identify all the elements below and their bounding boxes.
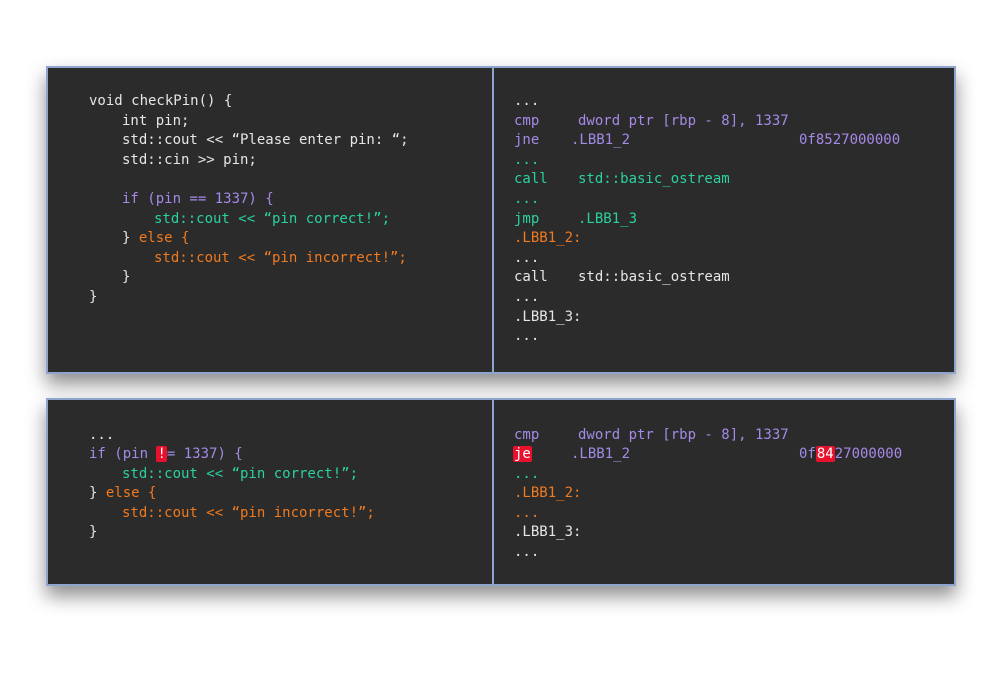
asm-cmp-op: cmp — [514, 427, 540, 443]
close-brace: } — [89, 485, 106, 501]
asm-call-arg: std::basic_ostream — [578, 171, 730, 187]
asm-jne-op: jne — [514, 132, 540, 148]
patched-operator-highlight: ! — [156, 446, 167, 462]
asm-je-hex: 0f8427000000 — [799, 445, 902, 465]
asm-line: ... — [514, 328, 540, 344]
asm-line: ... — [514, 191, 540, 207]
asm-line: ... — [514, 505, 540, 521]
correct-branch-line: std::cout << “pin correct!”; — [154, 211, 391, 227]
assembly-pane: ... cmp dword ptr [rbp - 8], 1337 jne .L… — [494, 68, 954, 372]
asm-line: ... — [514, 250, 540, 266]
assembly-pane: cmp dword ptr [rbp - 8], 1337 je .LBB1_2… — [494, 400, 954, 584]
code-line: void checkPin() { — [89, 93, 233, 109]
else-line: } else { — [89, 484, 156, 504]
asm-label: .LBB1_3: — [514, 524, 582, 540]
patched-byte-highlight: 84 — [815, 446, 835, 462]
code-line: ... — [89, 427, 115, 443]
asm-jne-arg: .LBB1_2 — [571, 132, 631, 148]
else-line: } else { — [122, 229, 189, 249]
if-prefix: if (pin — [89, 446, 157, 462]
patched-opcode-highlight: je — [513, 446, 532, 462]
if-suffix: = 1337) { — [166, 446, 243, 462]
asm-call-op: call — [514, 269, 548, 285]
asm-jmp-arg: .LBB1_3 — [578, 211, 638, 227]
hex-suffix: 27000000 — [834, 446, 903, 462]
asm-jne-hex: 0f8527000000 — [799, 132, 901, 148]
code-line: std::cin >> pin; — [122, 152, 257, 168]
asm-line: ... — [514, 466, 540, 482]
asm-label: .LBB1_2: — [514, 230, 582, 246]
incorrect-branch-line: std::cout << “pin incorrect!”; — [154, 250, 407, 266]
code-line: } — [89, 289, 98, 305]
asm-call-arg: std::basic_ostream — [578, 269, 730, 285]
asm-line: ... — [514, 544, 540, 560]
asm-je-op-line: je — [513, 445, 532, 465]
else-keyword: else { — [105, 485, 157, 501]
close-brace: } — [122, 230, 139, 246]
asm-line: ... — [514, 152, 540, 168]
asm-cmp-arg: dword ptr [rbp - 8], 1337 — [578, 427, 789, 443]
patched-code-panel: ... if (pin != 1337) { std::cout << “pin… — [46, 398, 956, 586]
asm-cmp-op: cmp — [514, 113, 540, 129]
incorrect-branch-line: std::cout << “pin incorrect!”; — [122, 505, 375, 521]
code-line: int pin; — [122, 113, 190, 129]
hex-prefix: 0f — [799, 446, 816, 462]
code-line: } — [89, 524, 98, 540]
else-keyword: else { — [138, 230, 190, 246]
source-code-pane: ... if (pin != 1337) { std::cout << “pin… — [48, 400, 492, 584]
asm-call-op: call — [514, 171, 548, 187]
source-code-pane: void checkPin() { int pin; std::cout << … — [48, 68, 492, 372]
if-condition-line: if (pin != 1337) { — [89, 445, 243, 465]
asm-line: ... — [514, 289, 540, 305]
asm-jmp-op: jmp — [514, 211, 540, 227]
asm-label: .LBB1_3: — [514, 309, 582, 325]
original-code-panel: void checkPin() { int pin; std::cout << … — [46, 66, 956, 374]
correct-branch-line: std::cout << “pin correct!”; — [122, 466, 359, 482]
if-condition-line: if (pin == 1337) { — [122, 191, 274, 207]
asm-line: ... — [514, 93, 540, 109]
code-line: } — [122, 269, 131, 285]
asm-cmp-arg: dword ptr [rbp - 8], 1337 — [578, 113, 789, 129]
code-line: std::cout << “Please enter pin: “; — [122, 132, 409, 148]
asm-label: .LBB1_2: — [514, 485, 582, 501]
asm-je-arg: .LBB1_2 — [571, 446, 631, 462]
